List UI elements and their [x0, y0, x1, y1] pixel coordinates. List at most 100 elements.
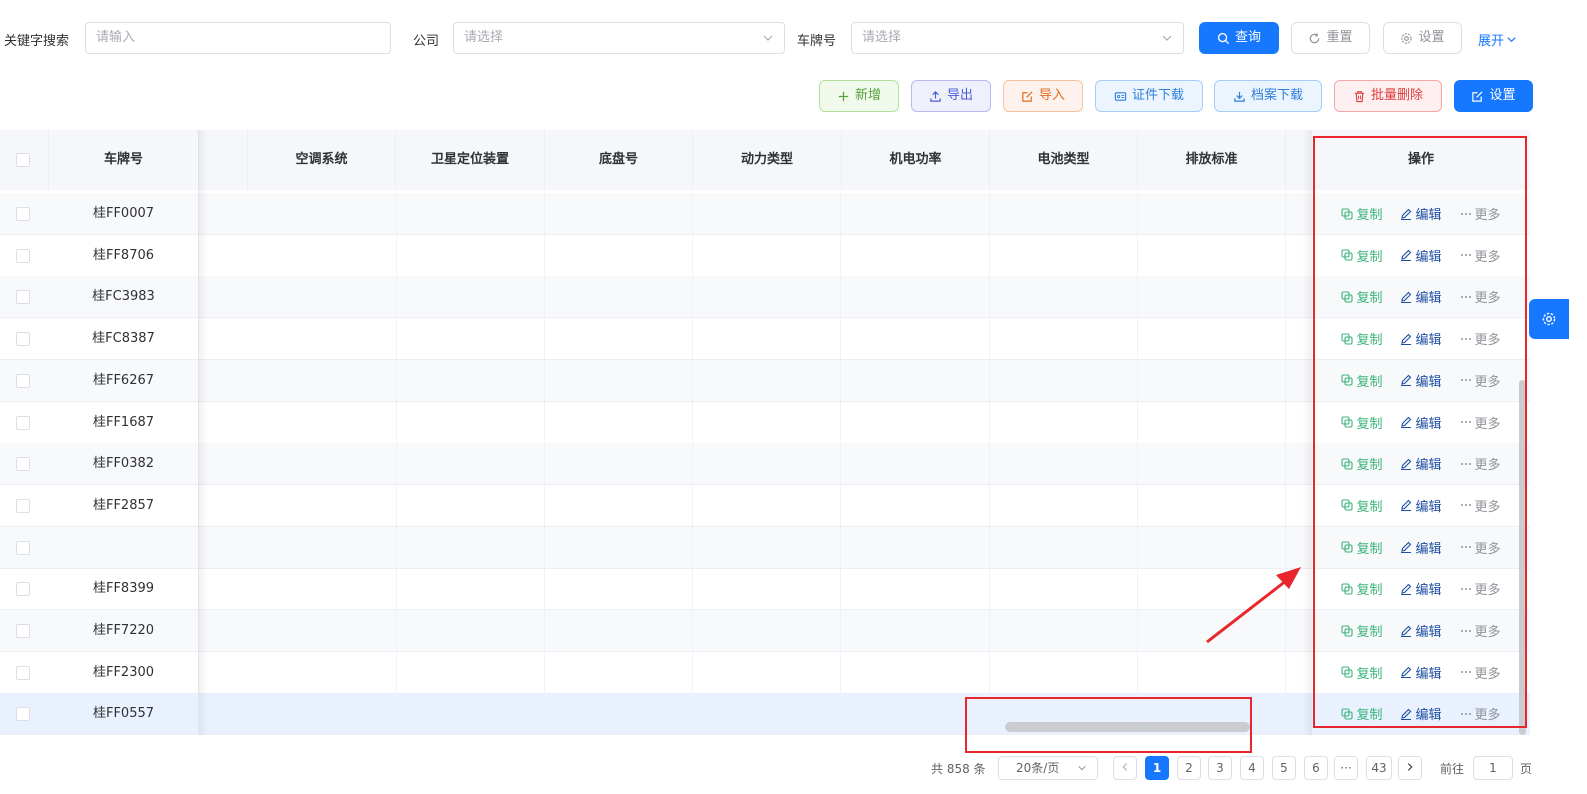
expand-link[interactable]: 展开 [1478, 30, 1517, 49]
row-checkbox[interactable] [16, 540, 30, 555]
header-chassis[interactable]: 底盘号 [545, 130, 693, 190]
row-checkbox[interactable] [16, 290, 30, 305]
row-checkbox[interactable] [16, 582, 30, 597]
empty-cell [1138, 651, 1286, 693]
row-checkbox[interactable] [16, 624, 30, 638]
empty-cell [990, 484, 1138, 526]
page-button[interactable]: 3 [1208, 756, 1232, 780]
chevron-right-icon [1407, 763, 1413, 771]
empty-cell [397, 193, 545, 234]
plus-icon [838, 91, 849, 101]
plate-cell: 桂FF2300 [49, 651, 199, 693]
row-checkbox[interactable] [16, 415, 30, 430]
page-button[interactable]: 6 [1304, 756, 1328, 780]
chevron-down-icon [763, 35, 773, 41]
table-settings-button[interactable]: 设置 [1454, 80, 1533, 112]
empty-cell [249, 610, 397, 651]
table-row[interactable]: 桂FF0007 复制 编辑 更多 [0, 193, 1530, 235]
next-page-button[interactable] [1398, 756, 1422, 780]
page-size-select[interactable]: 20条/页 [998, 756, 1098, 780]
plate-cell: 桂FC3983 [49, 276, 199, 318]
import-button[interactable]: 导入 [1003, 80, 1083, 112]
empty-cell [1138, 443, 1286, 485]
page-button[interactable]: 2 [1177, 756, 1201, 780]
row-checkbox[interactable] [16, 248, 30, 263]
plate-cell: 桂FF0557 [49, 693, 199, 735]
page-button[interactable]: 5 [1272, 756, 1296, 780]
header-gps[interactable]: 卫星定位装置 [396, 130, 545, 190]
empty-cell [397, 318, 545, 360]
jump-suffix: 页 [1520, 762, 1533, 776]
empty-cell [842, 443, 990, 485]
row-checkbox[interactable] [16, 207, 30, 221]
page-button[interactable]: 43 [1366, 756, 1392, 780]
floating-settings-button[interactable] [1529, 299, 1569, 339]
prev-page-button[interactable] [1113, 756, 1137, 780]
settings-button[interactable]: 设置 [1383, 22, 1462, 54]
archive-download-button[interactable]: 档案下载 [1214, 80, 1322, 112]
row-checkbox[interactable] [16, 707, 30, 722]
gear-icon [1401, 32, 1413, 44]
header-battery[interactable]: 电池类型 [990, 130, 1138, 190]
page-button[interactable]: 4 [1240, 756, 1264, 780]
row-checkbox[interactable] [16, 665, 30, 680]
header-plate[interactable]: 车牌号 [49, 130, 199, 190]
empty-cell [249, 526, 397, 568]
add-button[interactable]: 新增 [819, 80, 899, 112]
query-label: 查询 [1234, 30, 1261, 45]
row-checkbox[interactable] [16, 498, 30, 513]
table-row[interactable]: 桂FF1687 复制 编辑 更多 [0, 401, 1530, 444]
plate-select[interactable]: 请选择 [851, 22, 1184, 54]
plate-cell: 桂FC8387 [49, 318, 199, 360]
empty-cell [842, 568, 990, 610]
keyword-input[interactable]: 请输入 [85, 22, 391, 54]
header-emission[interactable]: 排放标准 [1138, 130, 1286, 190]
table-row[interactable]: 桂FC3983 复制 编辑 更多 [0, 276, 1530, 319]
empty-cell [545, 443, 693, 485]
table-row[interactable]: 桂FF2300 复制 编辑 更多 [0, 651, 1530, 694]
empty-cell [693, 443, 841, 485]
empty-cell [842, 276, 990, 318]
jump-page-input[interactable]: 1 [1473, 756, 1513, 780]
select-all-checkbox[interactable] [16, 153, 30, 167]
empty-cell [693, 401, 841, 443]
empty-cell [249, 568, 397, 610]
page-button[interactable]: 1 [1145, 756, 1169, 780]
page-ellipsis[interactable]: ··· [1334, 756, 1358, 780]
header-power[interactable]: 动力类型 [693, 130, 842, 190]
empty-cell [249, 484, 397, 526]
table-row[interactable]: 桂FF0382 复制 编辑 更多 [0, 443, 1530, 486]
header-motor[interactable]: 机电功率 [842, 130, 990, 190]
table-row[interactable]: 桂FC8387 复制 编辑 更多 [0, 318, 1530, 361]
empty-cell [397, 443, 545, 485]
table-row[interactable]: 桂FF6267 复制 编辑 更多 [0, 359, 1530, 402]
table-row[interactable]: 桂FF8706 复制 编辑 更多 [0, 234, 1530, 277]
empty-cell [249, 401, 397, 443]
batch-delete-button[interactable]: 批量删除 [1334, 80, 1442, 112]
annotation-box-scrollbar [965, 697, 1252, 753]
query-button[interactable]: 查询 [1199, 22, 1279, 54]
company-select[interactable]: 请选择 [453, 22, 785, 54]
reset-button[interactable]: 重置 [1291, 22, 1370, 54]
cert-download-button[interactable]: 证件下载 [1095, 80, 1203, 112]
empty-cell [693, 568, 841, 610]
table-row[interactable]: 桂FF0557 复制 编辑 更多 [0, 693, 1530, 735]
annotation-arrow-icon [1206, 567, 1301, 644]
empty-cell [693, 318, 841, 360]
row-checkbox[interactable] [16, 457, 30, 472]
empty-cell [990, 443, 1138, 485]
empty-cell [842, 526, 990, 568]
empty-cell [397, 359, 545, 401]
keyword-label: 关键字搜索 [4, 34, 70, 49]
row-checkbox[interactable] [16, 332, 30, 347]
header-ac[interactable]: 空调系统 [248, 130, 396, 190]
annotation-box-ops [1313, 136, 1527, 728]
export-button[interactable]: 导出 [911, 80, 991, 112]
empty-cell [693, 276, 841, 318]
empty-cell [842, 484, 990, 526]
empty-cell [249, 443, 397, 485]
plate-cell: 桂FF1687 [49, 401, 199, 443]
table-row[interactable]: 桂FF2857 复制 编辑 更多 [0, 484, 1530, 527]
fixed-column-shadow [198, 130, 208, 735]
row-checkbox[interactable] [16, 373, 30, 388]
